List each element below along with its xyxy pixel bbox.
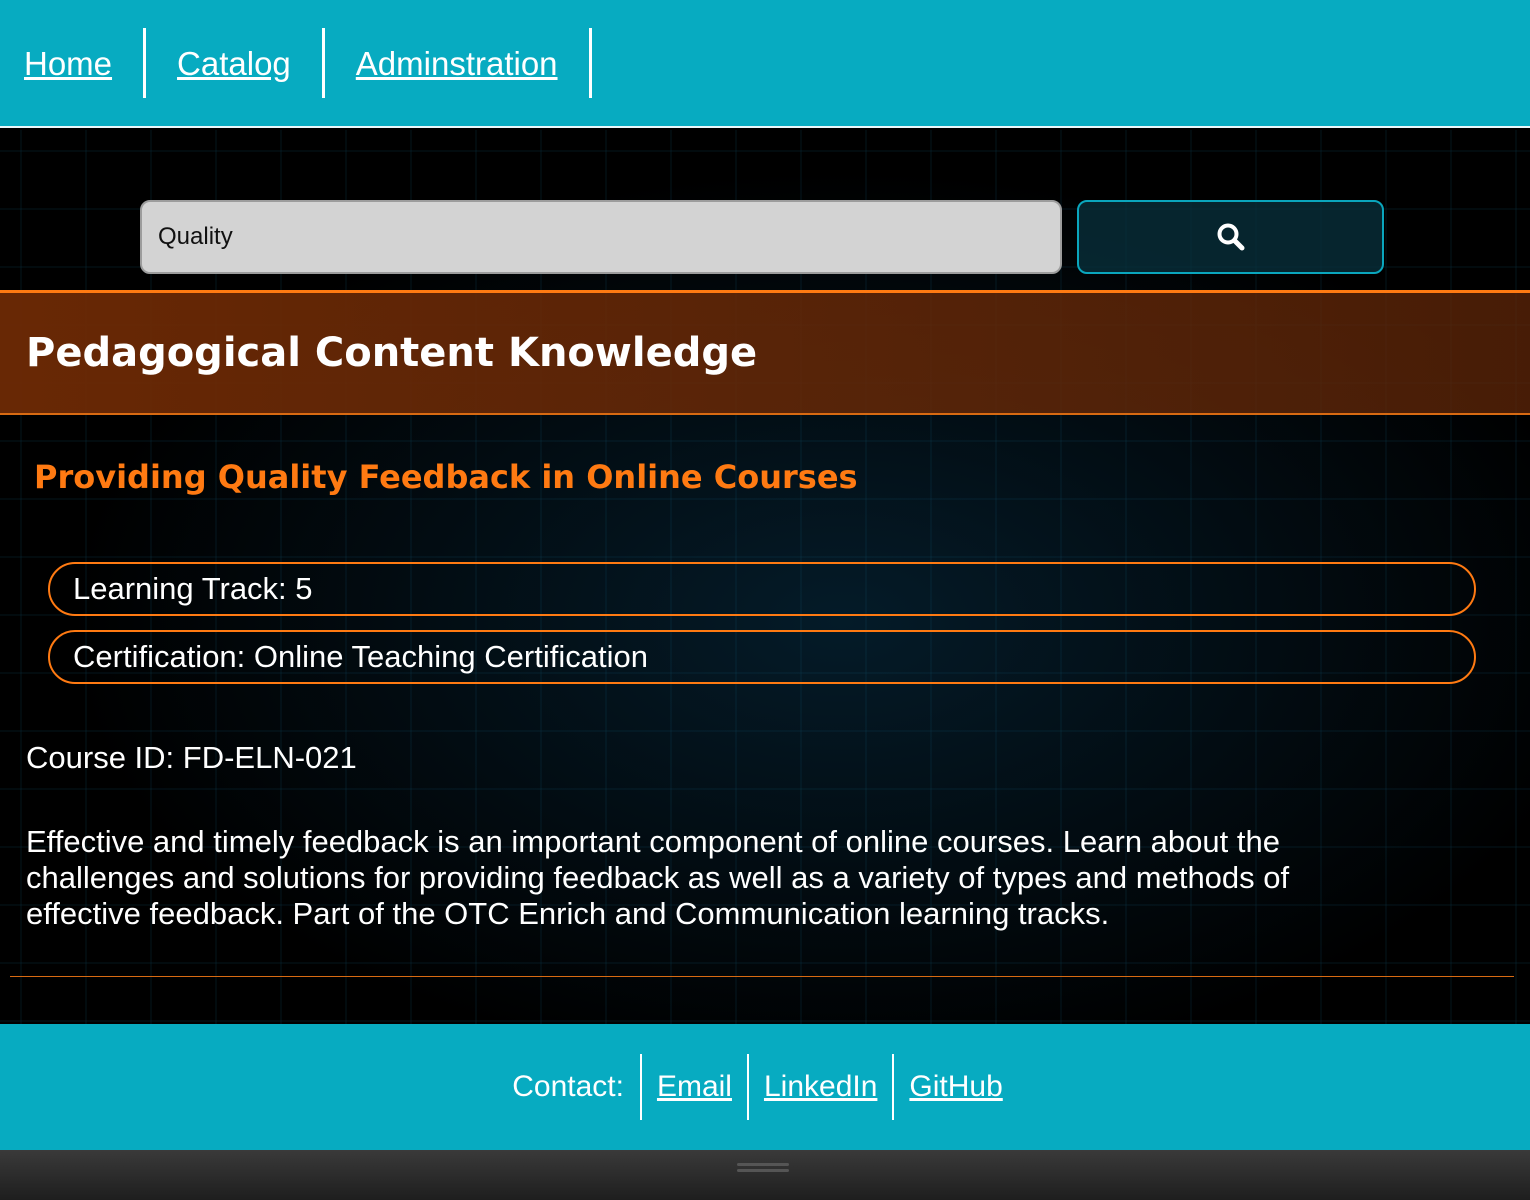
course-id: Course ID: FD-ELN-021 — [26, 740, 357, 775]
category-header: Pedagogical Content Knowledge — [0, 290, 1530, 415]
section-divider — [10, 976, 1514, 977]
drag-handle-icon[interactable] — [737, 1163, 789, 1175]
course-title: Providing Quality Feedback in Online Cou… — [34, 458, 858, 496]
top-navigation: Home Catalog Adminstration — [0, 0, 1530, 128]
footer-link-github[interactable]: GitHub — [894, 1070, 1017, 1104]
nav-link-catalog[interactable]: Catalog — [146, 47, 322, 80]
category-title: Pedagogical Content Knowledge — [26, 330, 758, 376]
nav-divider — [588, 28, 592, 98]
nav-link-home[interactable]: Home — [24, 47, 143, 80]
footer-link-linkedin[interactable]: LinkedIn — [749, 1070, 892, 1104]
certification-badge: Certification: Online Teaching Certifica… — [48, 630, 1476, 684]
footer: Contact: Email LinkedIn GitHub — [0, 1024, 1530, 1150]
search-button[interactable] — [1077, 200, 1384, 274]
contact-label: Contact: — [512, 1070, 624, 1103]
footer-link-email[interactable]: Email — [642, 1070, 747, 1104]
search-icon — [1217, 223, 1244, 251]
course-description: Effective and timely feedback is an impo… — [26, 824, 1290, 931]
learning-track-badge: Learning Track: 5 — [48, 562, 1476, 616]
nav-link-administration[interactable]: Adminstration — [325, 47, 589, 80]
bottom-sheet-bar — [0, 1150, 1530, 1200]
search-input[interactable] — [140, 200, 1062, 274]
